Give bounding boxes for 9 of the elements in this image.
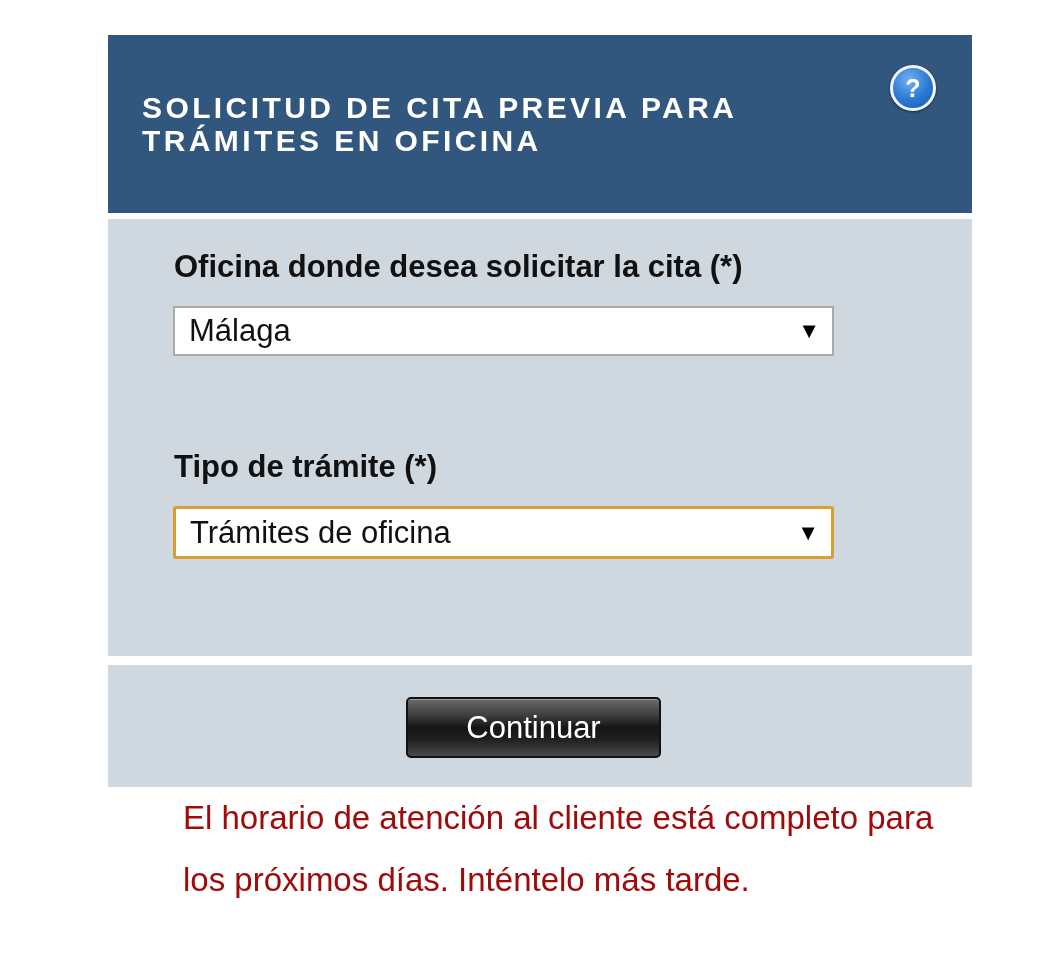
dropdown-select[interactable]: Trámites de oficina ▼	[173, 506, 834, 559]
continue-button[interactable]: Continuar	[406, 697, 661, 758]
dropdown-arrow-icon: ▼	[798, 318, 820, 344]
field-label: Oficina donde desea solicitar la cita (*)	[174, 249, 743, 285]
field-label: Tipo de trámite (*)	[174, 449, 437, 485]
page-title: SOLICITUD DE CITA PREVIA PARA TRÁMITES EN OFICINA	[142, 91, 738, 157]
dropdown-select[interactable]: Málaga ▼	[173, 306, 834, 356]
dropdown-arrow-icon: ▼	[797, 519, 819, 546]
error-message: El horario de atención al cliente está completo para los próximos días. Inténtelo más tarde.	[183, 798, 935, 900]
